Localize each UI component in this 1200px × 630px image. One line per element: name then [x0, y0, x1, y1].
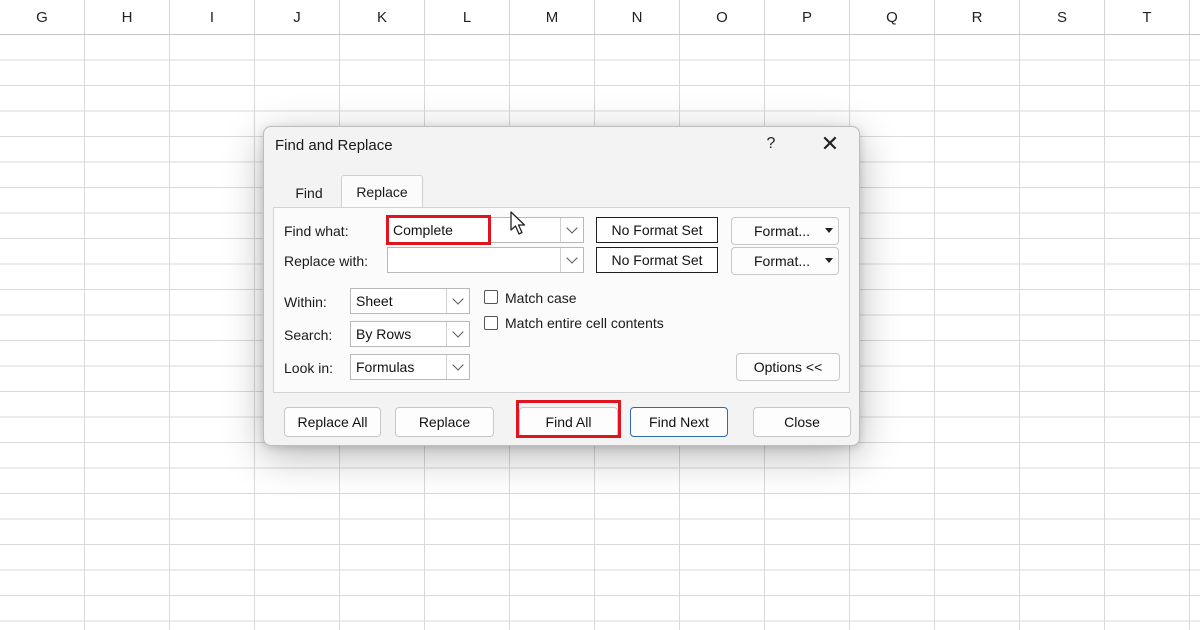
- replace-with-label: Replace with:: [284, 253, 369, 269]
- chevron-down-icon[interactable]: [446, 355, 469, 379]
- column-header[interactable]: G: [0, 0, 85, 34]
- column-header[interactable]: Q: [850, 0, 935, 34]
- find-replace-dialog: Find and Replace ? ✕ Find Replace Find w…: [263, 126, 860, 446]
- tab-replace[interactable]: Replace: [341, 175, 423, 208]
- within-label: Within:: [284, 294, 327, 310]
- find-format-preview: No Format Set: [596, 217, 718, 243]
- match-case-checkbox[interactable]: [484, 290, 498, 304]
- find-next-button[interactable]: Find Next: [630, 407, 728, 437]
- column-header[interactable]: M: [510, 0, 595, 34]
- find-what-label: Find what:: [284, 223, 349, 239]
- column-header[interactable]: L: [425, 0, 510, 34]
- column-header[interactable]: H: [85, 0, 170, 34]
- close-icon[interactable]: ✕: [816, 133, 844, 157]
- match-entire-checkbox[interactable]: [484, 316, 498, 330]
- column-header[interactable]: J: [255, 0, 340, 34]
- search-select[interactable]: By Rows: [350, 321, 470, 347]
- mouse-pointer-icon: [510, 211, 526, 235]
- find-what-input[interactable]: Complete: [387, 217, 584, 243]
- chevron-down-icon[interactable]: [560, 218, 583, 242]
- column-header[interactable]: P: [765, 0, 850, 34]
- replace-format-preview: No Format Set: [596, 247, 718, 273]
- within-value: Sheet: [356, 293, 393, 309]
- column-header[interactable]: T: [1105, 0, 1190, 34]
- column-header[interactable]: I: [170, 0, 255, 34]
- match-entire-label[interactable]: Match entire cell contents: [505, 315, 664, 331]
- look-in-select[interactable]: Formulas: [350, 354, 470, 380]
- find-format-button[interactable]: Format...: [731, 217, 839, 245]
- tab-find[interactable]: Find: [276, 179, 342, 207]
- search-label: Search:: [284, 327, 333, 343]
- chevron-down-icon[interactable]: [560, 248, 583, 272]
- replace-button[interactable]: Replace: [395, 407, 494, 437]
- search-value: By Rows: [356, 326, 412, 342]
- find-what-value: Complete: [393, 222, 453, 238]
- close-button[interactable]: Close: [753, 407, 851, 437]
- look-in-value: Formulas: [356, 359, 415, 375]
- column-header[interactable]: O: [680, 0, 765, 34]
- replace-format-button[interactable]: Format...: [731, 247, 839, 275]
- options-button[interactable]: Options <<: [736, 353, 840, 381]
- look-in-label: Look in:: [284, 360, 334, 376]
- within-select[interactable]: Sheet: [350, 288, 470, 314]
- dropdown-arrow-icon: [825, 258, 833, 263]
- find-all-button[interactable]: Find All: [519, 407, 618, 437]
- column-header[interactable]: R: [935, 0, 1020, 34]
- dropdown-arrow-icon: [825, 228, 833, 233]
- column-header[interactable]: K: [340, 0, 425, 34]
- column-header[interactable]: N: [595, 0, 680, 34]
- help-icon[interactable]: ?: [764, 135, 778, 153]
- chevron-down-icon[interactable]: [446, 289, 469, 313]
- match-case-label[interactable]: Match case: [505, 290, 577, 306]
- chevron-down-icon[interactable]: [446, 322, 469, 346]
- replace-all-button[interactable]: Replace All: [284, 407, 381, 437]
- replace-with-input[interactable]: [387, 247, 584, 273]
- column-header-row: G H I J K L M N O P Q R S T: [0, 0, 1200, 35]
- dialog-title: Find and Replace: [275, 137, 393, 154]
- find-format-label: Format...: [754, 223, 811, 239]
- column-header[interactable]: S: [1020, 0, 1105, 34]
- replace-format-label: Format...: [754, 253, 811, 269]
